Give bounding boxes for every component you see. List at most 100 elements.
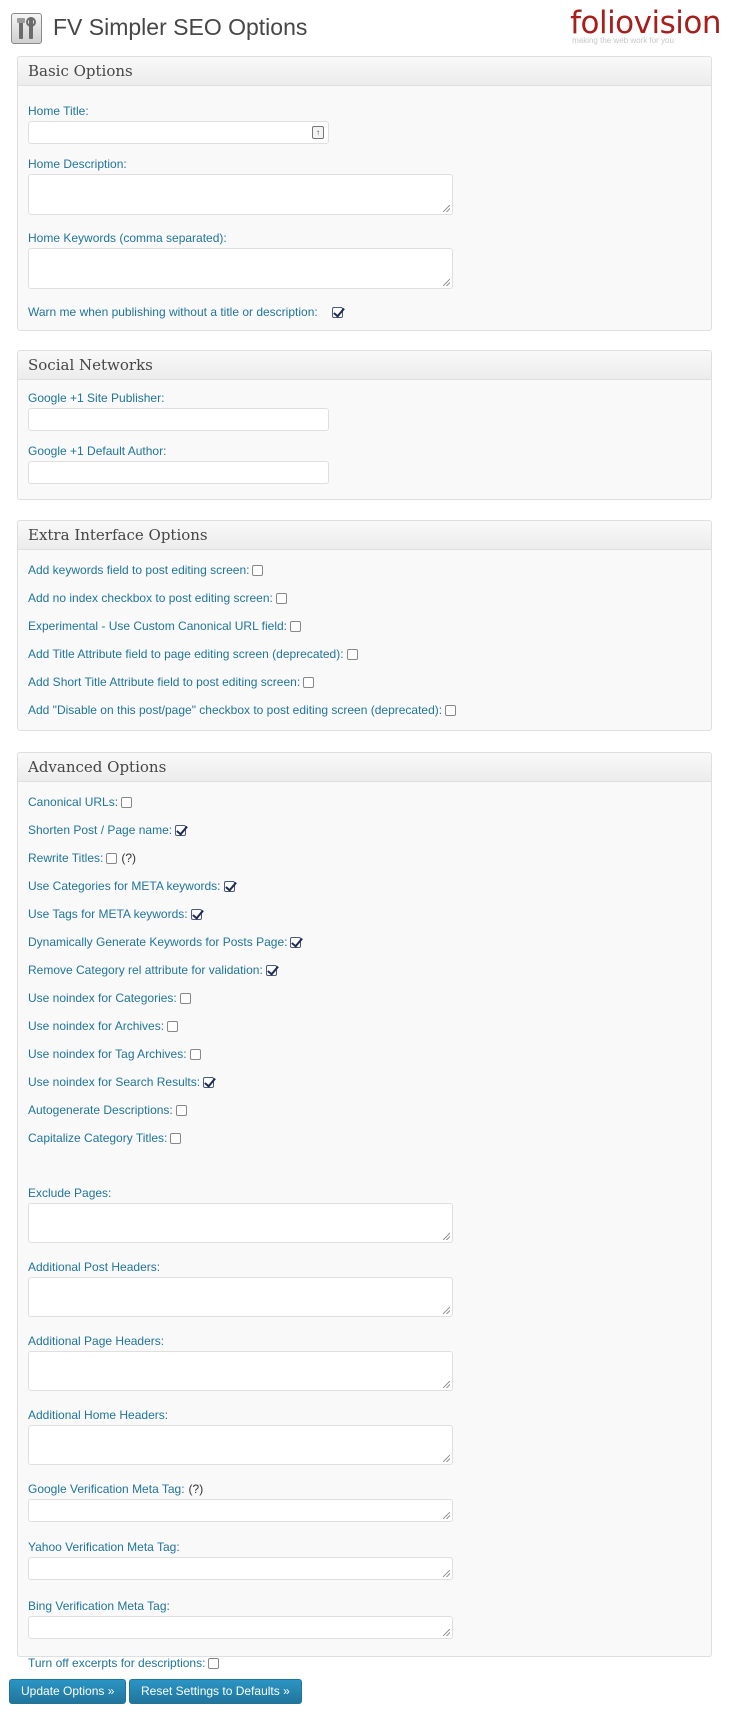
social-networks-panel: Social Networks Google +1 Site Publisher… bbox=[17, 350, 712, 500]
excerpts-label: Turn off excerpts for descriptions: bbox=[28, 1656, 206, 1670]
advanced-option-label: Use noindex for Categories: bbox=[28, 991, 177, 1005]
bing-verification-label: Bing Verification Meta Tag: bbox=[28, 1599, 170, 1613]
extra-option-checkbox[interactable] bbox=[346, 648, 358, 660]
extra-interface-heading: Extra Interface Options bbox=[18, 521, 711, 550]
foliovision-logo[interactable]: foliovision making the web work for you bbox=[570, 6, 721, 45]
extra-interface-panel: Extra Interface Options Add keywords fie… bbox=[17, 520, 712, 731]
google-verification-label: Google Verification Meta Tag: bbox=[28, 1482, 185, 1496]
home-description-textarea[interactable] bbox=[28, 174, 453, 215]
advanced-option-label: Use noindex for Tag Archives: bbox=[28, 1047, 187, 1061]
post-headers-label: Additional Post Headers: bbox=[28, 1260, 161, 1274]
exclude-pages-textarea[interactable] bbox=[28, 1203, 453, 1243]
advanced-option-row-remove-category-rel-attribute-for-valida: Remove Category rel attribute for valida… bbox=[28, 963, 277, 977]
home-title-input[interactable]: ↑ bbox=[28, 121, 329, 144]
advanced-options-panel: Advanced Options Canonical URLs: Shorten … bbox=[17, 752, 712, 1670]
advanced-option-checkbox[interactable] bbox=[223, 880, 235, 892]
extra-option-row-experimental-use-custom-canonical-url-fi: Experimental - Use Custom Canonical URL … bbox=[28, 619, 301, 633]
advanced-option-row-autogenerate-descriptions: Autogenerate Descriptions: bbox=[28, 1103, 187, 1117]
advanced-option-checkbox[interactable] bbox=[203, 1076, 215, 1088]
advanced-option-label: Use Categories for META keywords: bbox=[28, 879, 221, 893]
home-title-label: Home Title: bbox=[28, 104, 89, 118]
advanced-option-row-use-noindex-for-tag-archives: Use noindex for Tag Archives: bbox=[28, 1047, 201, 1061]
extra-option-label: Add "Disable on this post/page" checkbox… bbox=[28, 703, 443, 717]
advanced-option-checkbox[interactable] bbox=[190, 908, 202, 920]
excerpts-checkbox[interactable] bbox=[208, 1657, 220, 1669]
advanced-option-label: Remove Category rel attribute for valida… bbox=[28, 963, 263, 977]
yahoo-verification-textarea[interactable] bbox=[28, 1557, 453, 1580]
advanced-option-label: Dynamically Generate Keywords for Posts … bbox=[28, 935, 288, 949]
home-headers-textarea[interactable] bbox=[28, 1425, 453, 1465]
home-keywords-textarea[interactable] bbox=[28, 248, 453, 289]
advanced-option-label: Canonical URLs: bbox=[28, 795, 119, 809]
advanced-option-row-canonical-urls: Canonical URLs: bbox=[28, 795, 133, 809]
home-keywords-label: Home Keywords (comma separated): bbox=[28, 231, 227, 245]
page-headers-textarea[interactable] bbox=[28, 1351, 453, 1391]
warn-publishing-checkbox[interactable] bbox=[331, 306, 343, 318]
advanced-option-row-use-noindex-for-search-results: Use noindex for Search Results: bbox=[28, 1075, 215, 1089]
extra-option-row-add-no-index-checkbox-to-post-editing-sc: Add no index checkbox to post editing sc… bbox=[28, 591, 287, 605]
advanced-option-label: Rewrite Titles: bbox=[28, 851, 104, 865]
extra-option-checkbox[interactable] bbox=[252, 564, 264, 576]
advanced-option-checkbox[interactable] bbox=[121, 796, 133, 808]
extra-option-row-add-short-title-attribute-field-to-post-: Add Short Title Attribute field to post … bbox=[28, 675, 315, 689]
advanced-option-checkbox[interactable] bbox=[106, 852, 118, 864]
excerpts-row: Turn off excerpts for descriptions: bbox=[28, 1656, 220, 1670]
google-verification-help-link[interactable]: (?) bbox=[189, 1482, 204, 1496]
extra-option-row-add-title-attribute-field-to-page-editin: Add Title Attribute field to page editin… bbox=[28, 647, 358, 661]
extra-option-row-add-disable-on-this-post-page-checkbox-t: Add "Disable on this post/page" checkbox… bbox=[28, 703, 457, 717]
bing-verification-textarea[interactable] bbox=[28, 1616, 453, 1639]
advanced-option-row-use-tags-for-meta-keywords: Use Tags for META keywords: bbox=[28, 907, 202, 921]
extra-option-checkbox[interactable] bbox=[275, 592, 287, 604]
basic-options-heading: Basic Options bbox=[18, 57, 711, 86]
tools-icon bbox=[11, 13, 42, 44]
extra-option-row-add-keywords-field-to-post-editing-scree: Add keywords field to post editing scree… bbox=[28, 563, 264, 577]
basic-options-panel: Basic Options Home Title: ↑ Home Descrip… bbox=[17, 56, 712, 331]
extra-option-label: Add no index checkbox to post editing sc… bbox=[28, 591, 273, 605]
exclude-pages-label: Exclude Pages: bbox=[28, 1186, 112, 1200]
warn-publishing-label: Warn me when publishing without a title … bbox=[28, 305, 318, 319]
extra-option-checkbox[interactable] bbox=[445, 704, 457, 716]
rewrite-titles-help-link[interactable]: (?) bbox=[121, 851, 136, 865]
extra-option-label: Add keywords field to post editing scree… bbox=[28, 563, 250, 577]
advanced-option-row-capitalize-category-titles: Capitalize Category Titles: bbox=[28, 1131, 182, 1145]
advanced-option-label: Use noindex for Archives: bbox=[28, 1019, 165, 1033]
advanced-option-label: Capitalize Category Titles: bbox=[28, 1131, 168, 1145]
google-author-input[interactable] bbox=[28, 461, 329, 484]
update-options-button[interactable]: Update Options » bbox=[9, 1679, 127, 1704]
google-verification-row: Google Verification Meta Tag: (?) bbox=[28, 1482, 203, 1496]
advanced-option-checkbox[interactable] bbox=[175, 1104, 187, 1116]
extra-option-label: Experimental - Use Custom Canonical URL … bbox=[28, 619, 287, 633]
reset-defaults-button[interactable]: Reset Settings to Defaults » bbox=[129, 1679, 302, 1704]
autofill-icon[interactable]: ↑ bbox=[312, 126, 324, 139]
warn-publishing-row: Warn me when publishing without a title … bbox=[28, 305, 343, 319]
logo-wordmark: foliovision bbox=[570, 5, 721, 41]
post-headers-textarea[interactable] bbox=[28, 1277, 453, 1317]
advanced-option-label: Use noindex for Search Results: bbox=[28, 1075, 201, 1089]
advanced-option-label: Autogenerate Descriptions: bbox=[28, 1103, 173, 1117]
advanced-option-row-use-noindex-for-archives: Use noindex for Archives: bbox=[28, 1019, 179, 1033]
page-header: FV Simpler SEO Options foliovision makin… bbox=[0, 0, 729, 56]
advanced-option-row-use-categories-for-meta-keywords: Use Categories for META keywords: bbox=[28, 879, 235, 893]
google-author-label: Google +1 Default Author: bbox=[28, 444, 167, 458]
advanced-option-checkbox[interactable] bbox=[175, 824, 187, 836]
google-publisher-input[interactable] bbox=[28, 408, 329, 431]
yahoo-verification-label: Yahoo Verification Meta Tag: bbox=[28, 1540, 180, 1554]
extra-option-label: Add Short Title Attribute field to post … bbox=[28, 675, 301, 689]
extra-option-label: Add Title Attribute field to page editin… bbox=[28, 647, 344, 661]
advanced-option-checkbox[interactable] bbox=[265, 964, 277, 976]
advanced-option-label: Shorten Post / Page name: bbox=[28, 823, 173, 837]
advanced-option-row-shorten-post-page-name: Shorten Post / Page name: bbox=[28, 823, 187, 837]
google-verification-textarea[interactable] bbox=[28, 1499, 453, 1522]
advanced-option-label: Use Tags for META keywords: bbox=[28, 907, 188, 921]
advanced-option-checkbox[interactable] bbox=[179, 992, 191, 1004]
advanced-option-checkbox[interactable] bbox=[167, 1020, 179, 1032]
advanced-option-checkbox[interactable] bbox=[189, 1048, 201, 1060]
advanced-option-row-rewrite-titles: Rewrite Titles: (?) bbox=[28, 851, 136, 865]
advanced-option-checkbox[interactable] bbox=[170, 1132, 182, 1144]
advanced-options-heading: Advanced Options bbox=[18, 753, 711, 782]
advanced-option-checkbox[interactable] bbox=[290, 936, 302, 948]
advanced-option-row-dynamically-generate-keywords-for-posts-: Dynamically Generate Keywords for Posts … bbox=[28, 935, 302, 949]
extra-option-checkbox[interactable] bbox=[290, 620, 301, 632]
home-description-label: Home Description: bbox=[28, 157, 127, 171]
extra-option-checkbox[interactable] bbox=[303, 676, 315, 688]
